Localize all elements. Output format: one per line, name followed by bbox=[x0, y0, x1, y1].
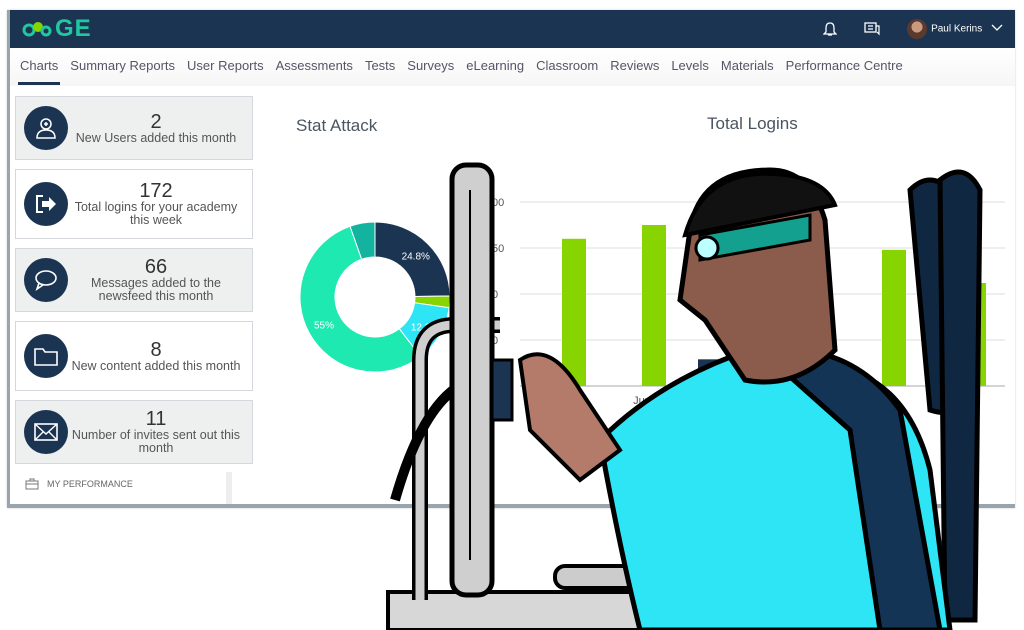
doctor-illustration bbox=[386, 162, 983, 630]
doctor-figure bbox=[517, 167, 953, 630]
